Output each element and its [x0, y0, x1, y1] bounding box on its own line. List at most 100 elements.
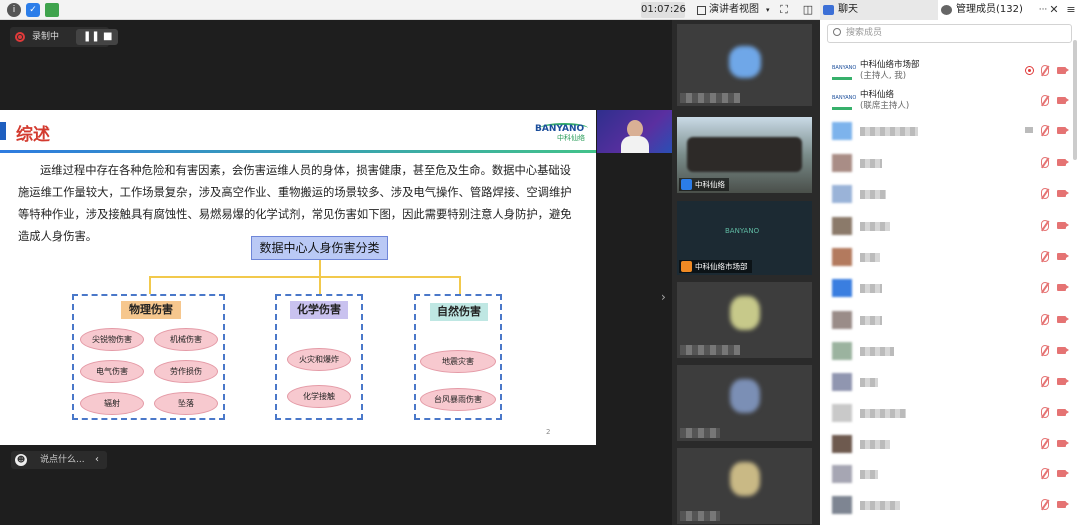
camera-off-icon[interactable] — [1057, 284, 1069, 291]
member-name-hidden — [860, 159, 882, 168]
emoji-icon[interactable]: ☻ — [15, 454, 27, 466]
fullscreen-icon[interactable]: ⛶ — [776, 2, 792, 18]
member-row[interactable] — [820, 120, 1080, 142]
member-row[interactable] — [820, 246, 1080, 268]
mic-off-icon[interactable] — [1041, 468, 1049, 479]
member-row[interactable] — [820, 152, 1080, 174]
camera-off-icon[interactable] — [1057, 97, 1069, 104]
logo-subtext: 中科仙络 — [557, 134, 585, 142]
mic-off-icon[interactable] — [1041, 95, 1049, 106]
member-row[interactable] — [820, 277, 1080, 299]
category-title: 物理伤害 — [121, 301, 181, 319]
info-icon[interactable]: i — [7, 3, 21, 17]
mic-off-icon[interactable] — [1041, 407, 1049, 418]
user-icon — [681, 179, 692, 190]
member-panel: 搜索成员 BANYANO 中科仙络市场部 (主持人, 我) BANYANO 中科… — [820, 20, 1080, 525]
camera-off-icon[interactable] — [1057, 222, 1069, 229]
avatar — [832, 279, 852, 297]
member-row[interactable] — [820, 183, 1080, 205]
close-icon[interactable]: ✕ — [1046, 2, 1062, 18]
video-tile[interactable] — [677, 448, 812, 524]
camera-off-icon[interactable] — [1057, 347, 1069, 354]
camera-off-icon[interactable] — [1057, 440, 1069, 447]
mic-off-icon[interactable] — [1041, 499, 1049, 510]
mic-off-icon[interactable] — [1041, 65, 1049, 76]
mic-off-icon[interactable] — [1041, 125, 1049, 136]
video-tile[interactable]: BANYANO 中科仙络市场部 — [677, 201, 812, 275]
hazard-item: 机械伤害 — [154, 328, 218, 351]
video-tile[interactable]: 中科仙络 — [677, 117, 812, 193]
member-row[interactable] — [820, 494, 1080, 516]
logo-watermark: BANYANO — [725, 227, 760, 235]
member-row[interactable]: BANYANO 中科仙络 (联席主持人) — [820, 90, 1080, 112]
avatar — [832, 465, 852, 483]
camera-off-icon[interactable] — [1057, 316, 1069, 323]
chevron-right-icon[interactable]: › — [661, 290, 666, 304]
mic-off-icon[interactable] — [1041, 188, 1049, 199]
camera-off-icon[interactable] — [1057, 159, 1069, 166]
diagram-root: 数据中心人身伤害分类 — [251, 236, 388, 260]
member-row[interactable] — [820, 340, 1080, 362]
participant-name-hidden — [680, 345, 740, 355]
member-row[interactable] — [820, 309, 1080, 331]
chat-input[interactable]: ☻ 说点什么... ‹ — [11, 451, 107, 469]
shield-icon[interactable]: ✓ — [26, 3, 40, 17]
mic-off-icon[interactable] — [1041, 282, 1049, 293]
pause-icon[interactable]: ❚❚ — [83, 30, 100, 44]
connector — [149, 276, 151, 294]
camera-off-icon[interactable] — [1057, 378, 1069, 385]
camera-off-icon[interactable] — [1057, 127, 1069, 134]
presenter-video[interactable] — [597, 110, 672, 153]
member-row[interactable] — [820, 433, 1080, 455]
mic-off-icon[interactable] — [1041, 251, 1049, 262]
participant-name-hidden — [680, 93, 740, 103]
mic-off-icon[interactable] — [1041, 220, 1049, 231]
avatar: BANYANO — [832, 62, 856, 80]
menu-icon[interactable]: ≡ — [1063, 2, 1079, 18]
chat-placeholder: 说点什么... — [40, 455, 85, 465]
member-name-hidden — [860, 190, 886, 199]
member-name-hidden — [860, 127, 918, 136]
mic-off-icon[interactable] — [1041, 376, 1049, 387]
stop-icon[interactable]: ■ — [103, 30, 112, 44]
user-icon — [681, 261, 692, 272]
mic-off-icon[interactable] — [1041, 438, 1049, 449]
view-label: 演讲者视图 — [709, 4, 759, 15]
mic-off-icon[interactable] — [1041, 157, 1049, 168]
signal-icon[interactable] — [45, 3, 59, 17]
member-row[interactable] — [820, 463, 1080, 485]
mic-off-icon[interactable] — [1041, 314, 1049, 325]
member-row[interactable] — [820, 371, 1080, 393]
group-photo — [687, 137, 802, 172]
chevron-left-icon[interactable]: ‹ — [95, 451, 99, 469]
video-tile[interactable] — [677, 365, 812, 441]
tab-chat[interactable]: 聊天 — [820, 0, 938, 20]
page-number: 2 — [546, 428, 551, 436]
hazard-item: 火灾和爆炸 — [287, 348, 351, 371]
camera-off-icon[interactable] — [1057, 67, 1069, 74]
camera-off-icon[interactable] — [1057, 501, 1069, 508]
tab-members-label: 管理成员(132) — [956, 4, 1023, 15]
members-icon — [941, 5, 952, 15]
camera-off-icon[interactable] — [1057, 190, 1069, 197]
video-tile[interactable] — [677, 282, 812, 358]
connector — [319, 276, 321, 294]
member-row[interactable] — [820, 215, 1080, 237]
camera-off-icon[interactable] — [1057, 253, 1069, 260]
avatar-blur — [730, 296, 760, 330]
member-row[interactable]: BANYANO 中科仙络市场部 (主持人, 我) — [820, 60, 1080, 82]
camera-off-icon[interactable] — [1057, 470, 1069, 477]
member-row[interactable] — [820, 402, 1080, 424]
video-tile[interactable] — [677, 24, 812, 106]
avatar — [832, 373, 852, 391]
member-name-hidden — [860, 470, 878, 479]
camera-off-icon[interactable] — [1057, 409, 1069, 416]
avatar-blur — [730, 462, 760, 496]
sidebar-toggle-icon[interactable]: ◫ — [800, 2, 816, 18]
mic-off-icon[interactable] — [1041, 345, 1049, 356]
scrollbar[interactable] — [1073, 40, 1077, 160]
view-switch-button[interactable]: 演讲者视图 ▾ — [693, 2, 774, 18]
avatar — [832, 185, 852, 203]
hazard-item: 尖锐物伤害 — [80, 328, 144, 351]
member-search-input[interactable]: 搜索成员 — [827, 24, 1072, 43]
